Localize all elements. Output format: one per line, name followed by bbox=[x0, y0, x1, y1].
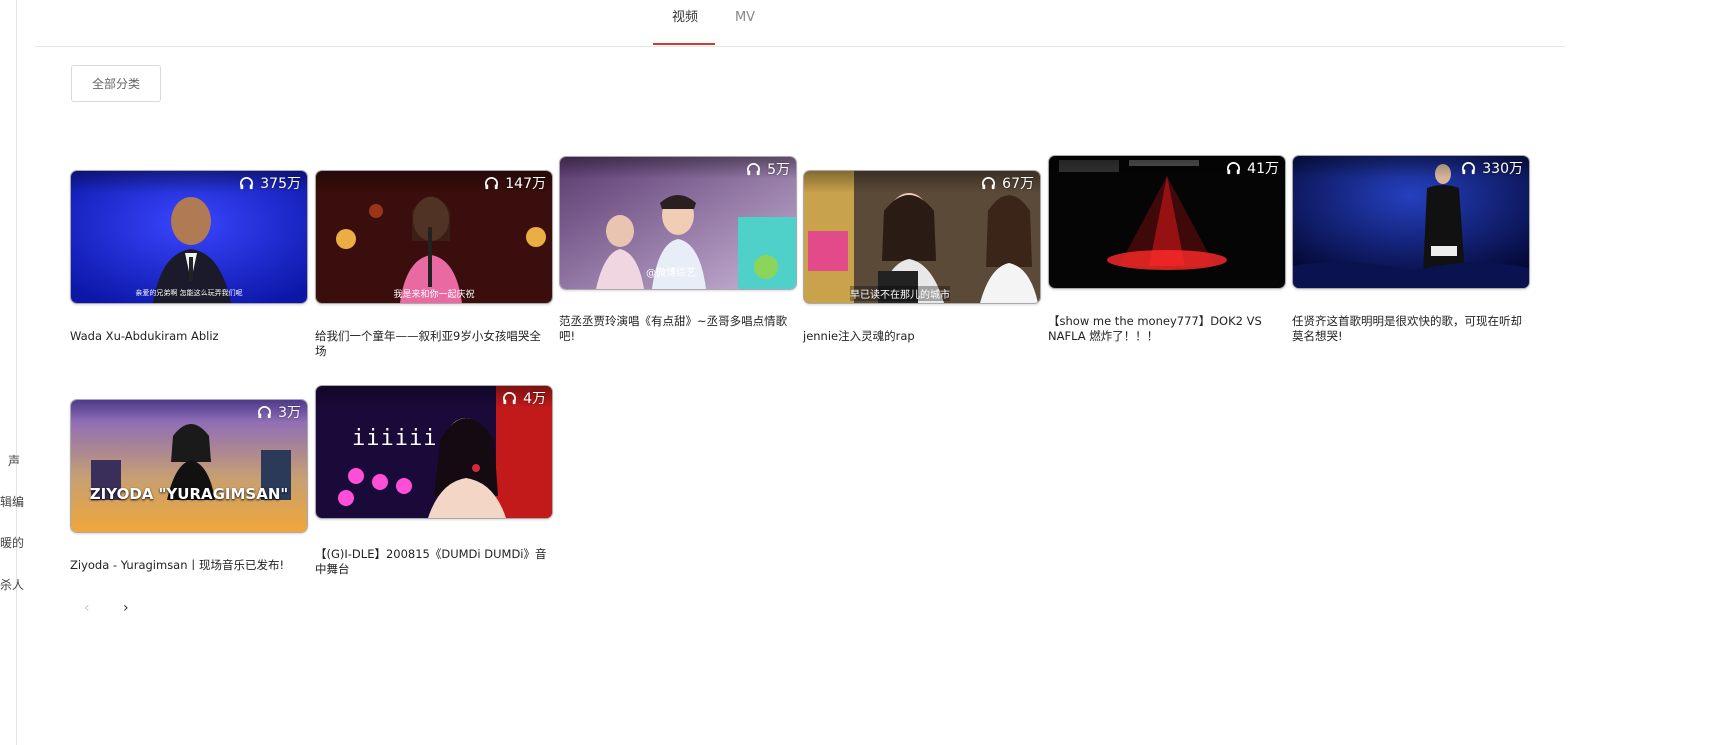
headphones-icon bbox=[1462, 161, 1476, 174]
video-caption: 早已读不在那儿的城市 bbox=[850, 286, 950, 301]
video-card[interactable]: 亲爱的兄弟啊 怎能这么玩弄我们呢 375万 Wada Xu-Abdukiram … bbox=[70, 170, 308, 344]
header-divider bbox=[35, 46, 1565, 47]
play-count: 67万 bbox=[981, 173, 1034, 193]
tab-mv-label: MV bbox=[734, 10, 756, 25]
play-count-value: 375万 bbox=[260, 176, 301, 192]
video-thumbnail[interactable]: 我是来和你一起庆祝 147万 bbox=[315, 170, 553, 304]
play-count-value: 41万 bbox=[1247, 161, 1279, 177]
headphones-icon bbox=[982, 176, 996, 189]
tab-video-label: 视频 bbox=[671, 10, 698, 25]
tab-video[interactable]: 视频 bbox=[668, 8, 702, 46]
play-count-value: 67万 bbox=[1002, 176, 1034, 192]
video-title[interactable]: 任贤齐这首歌明明是很欢快的歌，可现在听却莫名想哭! bbox=[1292, 314, 1528, 344]
play-count: 5万 bbox=[746, 159, 790, 179]
video-thumbnail[interactable]: 早已读不在那儿的城市 67万 bbox=[803, 170, 1041, 304]
video-thumbnail[interactable]: @微博综艺 5万 bbox=[559, 156, 797, 290]
left-text-fragment: 暖的 bbox=[0, 536, 25, 550]
video-title[interactable]: 范丞丞贾玲演唱《有点甜》~丞哥多唱点情歌吧! bbox=[559, 314, 795, 344]
left-text-fragment: 辑编 bbox=[0, 495, 25, 509]
video-title[interactable]: Wada Xu-Abdukiram Abliz bbox=[70, 329, 306, 344]
headphones-icon bbox=[485, 176, 499, 189]
video-title[interactable]: jennie注入灵魂的rap bbox=[803, 329, 1039, 344]
active-tab-indicator bbox=[653, 43, 715, 45]
left-text-fragment: 声 bbox=[8, 454, 21, 468]
video-card[interactable]: iiiiii 4万 【(G)I-DLE】200815《DUMDi DUMDi》音… bbox=[315, 385, 553, 577]
video-card[interactable]: 330万 任贤齐这首歌明明是很欢快的歌，可现在听却莫名想哭! bbox=[1292, 155, 1530, 344]
play-count: 147万 bbox=[484, 173, 546, 193]
video-caption: ZIYODA "YURAGIMSAN" bbox=[89, 485, 289, 503]
video-title[interactable]: 【(G)I-DLE】200815《DUMDi DUMDi》音中舞台 bbox=[315, 547, 551, 577]
video-card[interactable]: @微博综艺 5万 范丞丞贾玲演唱《有点甜》~丞哥多唱点情歌吧! bbox=[559, 156, 797, 344]
play-count: 3万 bbox=[257, 402, 301, 422]
sidebar-divider bbox=[16, 0, 17, 745]
video-thumbnail[interactable]: 41万 bbox=[1048, 155, 1286, 289]
video-thumbnail[interactable]: 亲爱的兄弟啊 怎能这么玩弄我们呢 375万 bbox=[70, 170, 308, 304]
video-card[interactable]: ZIYODA "YURAGIMSAN" 3万 Ziyoda - Yuragims… bbox=[70, 399, 308, 573]
headphones-icon bbox=[240, 176, 254, 189]
video-card[interactable]: 早已读不在那儿的城市 67万 jennie注入灵魂的rap bbox=[803, 170, 1041, 344]
video-caption: 我是来和你一起庆祝 bbox=[393, 290, 475, 300]
play-count: 4万 bbox=[502, 388, 546, 408]
play-count: 41万 bbox=[1226, 158, 1279, 178]
video-thumbnail[interactable]: ZIYODA "YURAGIMSAN" 3万 bbox=[70, 399, 308, 533]
headphones-icon bbox=[1227, 161, 1241, 174]
video-caption: 亲爱的兄弟啊 怎能这么玩弄我们呢 bbox=[135, 289, 243, 297]
tab-mv[interactable]: MV bbox=[730, 8, 760, 46]
play-count-value: 4万 bbox=[523, 391, 546, 407]
video-caption: @微博综艺 bbox=[646, 268, 696, 279]
play-count-value: 3万 bbox=[278, 405, 301, 421]
video-card[interactable]: 我是来和你一起庆祝 147万 给我们一个童年——叙利亚9岁小女孩唱哭全场 bbox=[315, 170, 553, 359]
video-title[interactable]: 给我们一个童年——叙利亚9岁小女孩唱哭全场 bbox=[315, 329, 551, 359]
video-caption: iiiiii bbox=[352, 426, 438, 451]
headphones-icon bbox=[747, 162, 761, 175]
play-count-value: 5万 bbox=[767, 162, 790, 178]
video-card[interactable]: 41万 【show me the money777】DOK2 VS NAFLA … bbox=[1048, 155, 1286, 344]
video-title[interactable]: Ziyoda - Yuragimsan丨现场音乐已发布! bbox=[70, 558, 306, 573]
play-count-value: 330万 bbox=[1482, 161, 1523, 177]
all-categories-button[interactable]: 全部分类 bbox=[71, 65, 161, 102]
play-count-value: 147万 bbox=[505, 176, 546, 192]
play-count: 375万 bbox=[239, 173, 301, 193]
headphones-icon bbox=[503, 391, 517, 404]
prev-page-button[interactable]: ‹ bbox=[84, 600, 90, 616]
headphones-icon bbox=[258, 405, 272, 418]
video-thumbnail[interactable]: 330万 bbox=[1292, 155, 1530, 289]
video-thumbnail[interactable]: iiiiii 4万 bbox=[315, 385, 553, 519]
play-count: 330万 bbox=[1461, 158, 1523, 178]
video-title[interactable]: 【show me the money777】DOK2 VS NAFLA 燃炸了！… bbox=[1048, 314, 1284, 344]
next-page-button[interactable]: › bbox=[123, 600, 129, 616]
left-text-fragment: 杀人 bbox=[0, 578, 25, 592]
